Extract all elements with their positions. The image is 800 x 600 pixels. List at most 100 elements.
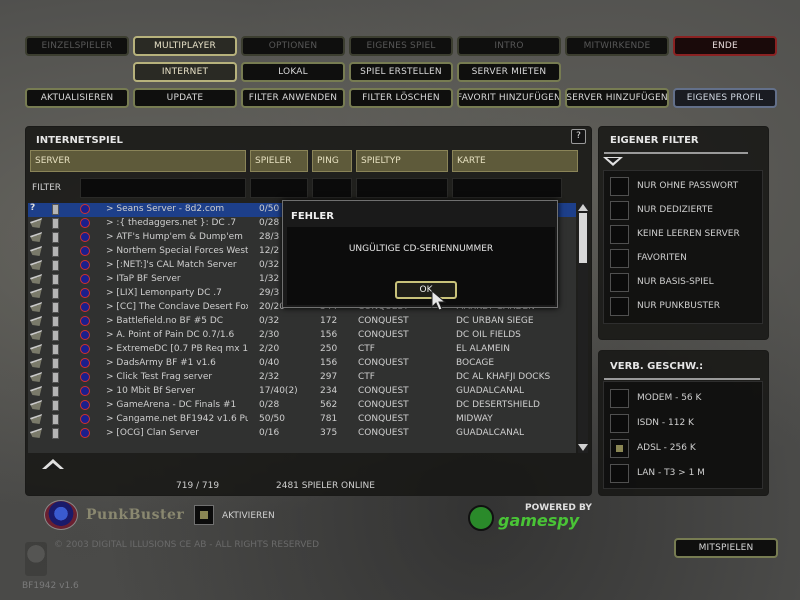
server-ping: 562 — [320, 400, 338, 410]
server-name: > DadsArmy BF #1 v1.6 — [106, 358, 216, 368]
server-row[interactable]: > 10 Mbit Bf Server 17/40(2) 234 CONQUEST GU… — [28, 385, 576, 399]
help-button[interactable]: ? — [571, 129, 586, 144]
server-row[interactable]: > Cangame.net BF1942 v1.6 Pub 50/50 781 CON… — [28, 413, 576, 427]
play-button[interactable]: MITSPIELEN — [674, 538, 778, 558]
filter-ping-input[interactable] — [312, 178, 352, 198]
filter-players-input[interactable] — [250, 178, 308, 198]
own-filter-label: KEINE LEEREN SERVER — [637, 229, 740, 239]
column-header-ping[interactable]: PING — [312, 150, 352, 172]
own-filter-checkbox[interactable] — [610, 272, 629, 292]
server-ping: 172 — [320, 316, 338, 326]
scroll-down-arrow-icon[interactable] — [578, 444, 588, 451]
server-row[interactable]: > DadsArmy BF #1 v1.6 0/40 156 CONQUEST BOCA… — [28, 357, 576, 371]
server-row[interactable]: > Battlefield.no BF #5 DC 0/32 172 CONQUEST… — [28, 315, 576, 329]
soldier-icon — [30, 288, 42, 298]
own-filter-checkbox[interactable] — [610, 296, 629, 316]
punkbuster-logo-icon — [44, 500, 78, 530]
server-pc-icon — [52, 316, 59, 327]
clear-filter-button[interactable]: FILTER LÖSCHEN — [349, 88, 453, 108]
connection-speed-option[interactable]: ISDN - 112 K — [610, 413, 694, 433]
filter-map-input[interactable] — [452, 178, 562, 198]
server-name: > Battlefield.no BF #5 DC — [106, 316, 224, 326]
apply-filter-button[interactable]: FILTER ANWENDEN — [241, 88, 345, 108]
own-filter-checkbox[interactable] — [610, 176, 629, 196]
server-map: MIDWAY — [456, 414, 493, 424]
server-ping: 156 — [320, 358, 338, 368]
connection-speed-checkbox[interactable] — [610, 438, 629, 458]
filter-server-input[interactable] — [80, 178, 246, 198]
server-pc-icon — [52, 358, 59, 369]
menu-singleplayer-button[interactable]: EINZELSPIELER — [25, 36, 129, 56]
server-pc-icon — [52, 428, 59, 439]
plane-icon — [30, 358, 42, 368]
server-list-scrollbar[interactable] — [578, 203, 588, 453]
add-favorite-button[interactable]: FAVORIT HINZUFÜGEN — [457, 88, 561, 108]
server-ping: 250 — [320, 344, 338, 354]
server-map: DC AL KHAFJI DOCKS — [456, 372, 551, 382]
server-map: DC DESERTSHIELD — [456, 400, 540, 410]
own-filter-checkbox[interactable] — [610, 248, 629, 268]
own-filter-option[interactable]: NUR OHNE PASSWORT — [610, 176, 738, 196]
refresh-button[interactable]: AKTUALISIEREN — [25, 88, 129, 108]
server-players: 1/32 — [259, 274, 280, 284]
error-dialog: FEHLER UNGÜLTIGE CD-SERIENNUMMER OK — [282, 200, 558, 308]
column-header-server[interactable]: SERVER — [30, 150, 246, 172]
own-filter-option[interactable]: FAVORITEN — [610, 248, 687, 268]
own-filter-option[interactable]: KEINE LEEREN SERVER — [610, 224, 740, 244]
help-icon: ? — [30, 203, 36, 213]
submenu-rent-server-button[interactable]: SERVER MIETEN — [457, 62, 561, 82]
server-row[interactable]: > GameArena - DC Finals #1 0/28 562 CONQUES… — [28, 399, 576, 413]
connection-speed-option[interactable]: ADSL - 256 K — [610, 438, 696, 458]
server-row[interactable]: > A. Point of Pain DC 0.7/1.6 2/30 156 CONQ… — [28, 329, 576, 343]
collapse-up-icon-inner — [46, 463, 60, 469]
scroll-up-arrow-icon[interactable] — [578, 204, 588, 211]
column-header-type[interactable]: SPIELTYP — [356, 150, 448, 172]
gamespy-logo-icon — [468, 505, 494, 531]
plane-icon — [30, 218, 42, 228]
own-profile-button[interactable]: EIGENES PROFIL — [673, 88, 777, 108]
connection-speed-option[interactable]: LAN - T3 > 1 M — [610, 463, 705, 483]
submenu-create-game-button[interactable]: SPIEL ERSTELLEN — [349, 62, 453, 82]
menu-end-button[interactable]: ENDE — [673, 36, 777, 56]
punkbuster-icon — [80, 302, 90, 312]
punkbuster-activate-checkbox[interactable] — [194, 505, 214, 525]
menu-options-button[interactable]: OPTIONEN — [241, 36, 345, 56]
connection-speed-label: MODEM - 56 K — [637, 393, 702, 403]
connection-speed-checkbox[interactable] — [610, 413, 629, 433]
server-map: EL ALAMEIN — [456, 344, 510, 354]
own-filter-label: NUR PUNKBUSTER — [637, 301, 720, 311]
connection-speed-option[interactable]: MODEM - 56 K — [610, 388, 701, 408]
add-server-button[interactable]: SERVER HINZUFÜGEN — [565, 88, 669, 108]
server-row[interactable]: > Click Test Frag server 2/32 297 CTF DC AL … — [28, 371, 576, 385]
submenu-internet-button[interactable]: INTERNET — [133, 62, 237, 82]
menu-own-game-button[interactable]: EIGENES SPIEL — [349, 36, 453, 56]
server-pc-icon — [52, 400, 59, 411]
own-filter-option[interactable]: NUR BASIS-SPIEL — [610, 272, 714, 292]
connection-speed-checkbox[interactable] — [610, 388, 629, 408]
submenu-lan-button[interactable]: LOKAL — [241, 62, 345, 82]
connection-speed-label: ADSL - 256 K — [637, 443, 696, 453]
own-filter-option[interactable]: NUR DEDIZIERTE — [610, 200, 713, 220]
server-name: > ExtremeDC [0.7 PB Req mx 10 — [106, 344, 248, 354]
server-name: > Cangame.net BF1942 v1.6 Pub — [106, 414, 248, 424]
server-row[interactable]: > [OCG] Clan Server 0/16 375 CONQUEST GUADAL… — [28, 427, 576, 441]
own-filter-checkbox[interactable] — [610, 224, 629, 244]
ok-button[interactable]: OK — [395, 281, 457, 299]
menu-intro-button[interactable]: INTRO — [457, 36, 561, 56]
server-players: 0/28 — [259, 218, 280, 228]
own-filter-option[interactable]: NUR PUNKBUSTER — [610, 296, 720, 316]
update-button[interactable]: UPDATE — [133, 88, 237, 108]
own-filter-title: EIGENER FILTER — [610, 135, 699, 146]
scroll-thumb[interactable] — [579, 213, 587, 263]
connection-speed-checkbox[interactable] — [610, 463, 629, 483]
column-header-map[interactable]: KARTE — [452, 150, 578, 172]
own-filter-checkbox[interactable] — [610, 200, 629, 220]
column-header-players[interactable]: SPIELER — [250, 150, 308, 172]
server-players: 0/50 — [259, 204, 280, 214]
server-players: 0/32 — [259, 260, 280, 270]
filter-type-input[interactable] — [356, 178, 448, 198]
menu-credits-button[interactable]: MITWIRKENDE — [565, 36, 669, 56]
server-players: 17/40(2) — [259, 386, 298, 396]
server-row[interactable]: > ExtremeDC [0.7 PB Req mx 10 2/20 250 CTF E… — [28, 343, 576, 357]
menu-multiplayer-button[interactable]: MULTIPLAYER — [133, 36, 237, 56]
